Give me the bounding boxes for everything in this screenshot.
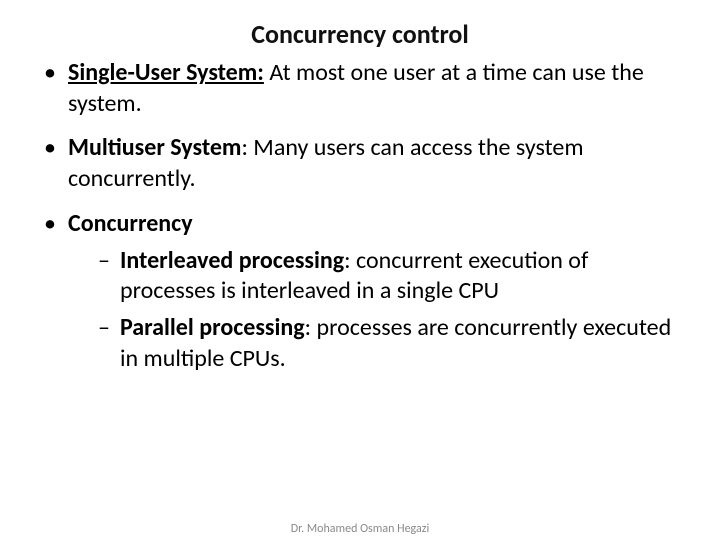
bullet-term: Single-User System: <box>68 58 264 87</box>
sub-bullet-item: Interleaved processing: concurrent execu… <box>98 246 678 307</box>
bullet-item: Single-User System: At most one user at … <box>42 58 678 119</box>
sub-bullet-term: Parallel processing <box>120 313 305 342</box>
sub-bullet-term: Interleaved processing <box>120 246 344 275</box>
bullet-item: Concurrency Interleaved processing: conc… <box>42 209 678 375</box>
bullet-term: Multiuser System <box>68 133 241 162</box>
bullet-term: Concurrency <box>68 209 193 238</box>
slide-footer: Dr. Mohamed Osman Hegazi <box>0 522 720 536</box>
slide-title: Concurrency control <box>0 18 720 50</box>
sub-bullet-item: Parallel processing: processes are concu… <box>98 313 678 374</box>
bullet-list: Single-User System: At most one user at … <box>42 58 678 374</box>
slide: Concurrency control Single-User System: … <box>0 18 720 540</box>
bullet-item: Multiuser System: Many users can access … <box>42 133 678 194</box>
sub-bullet-list: Interleaved processing: concurrent execu… <box>68 246 678 375</box>
slide-content: Single-User System: At most one user at … <box>42 58 678 374</box>
